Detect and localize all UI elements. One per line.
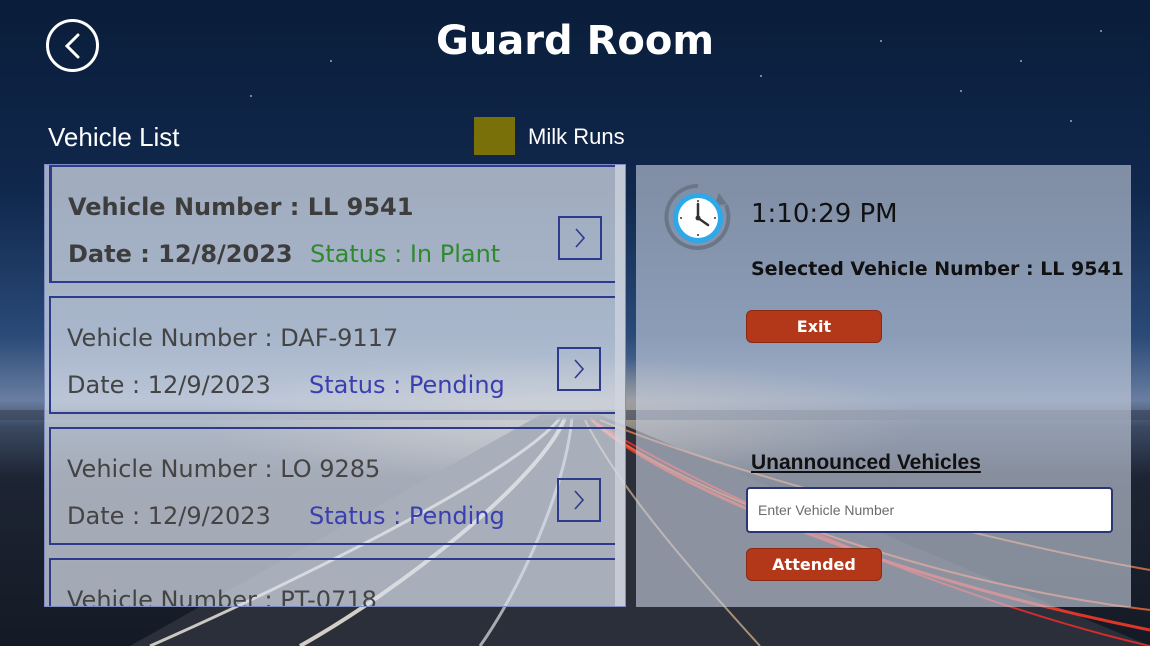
vehicle-number-input[interactable] [746, 487, 1113, 533]
page-title: Guard Room [435, 18, 715, 64]
list-item[interactable]: Vehicle Number : LL 9541 Date : 12/8/202… [49, 165, 615, 283]
vehicle-date: Date : 12/9/2023 [67, 371, 271, 399]
open-vehicle-button[interactable] [558, 216, 602, 260]
vehicle-list[interactable]: Vehicle Number : LL 9541 Date : 12/8/202… [44, 164, 626, 607]
list-item[interactable]: Vehicle Number : LO 9285 Date : 12/9/202… [49, 427, 615, 545]
selected-vehicle-label: Selected Vehicle Number : LL 9541 [751, 258, 1124, 280]
chevron-right-icon [572, 488, 586, 512]
milk-runs-legend-swatch [474, 117, 515, 155]
vehicle-status: Status : Pending [309, 371, 505, 399]
unannounced-vehicles-heading: Unannounced Vehicles [751, 451, 981, 474]
vehicle-date: Date : 12/8/2023 [68, 240, 293, 268]
list-item[interactable]: Vehicle Number : DAF-9117 Date : 12/9/20… [49, 296, 615, 414]
list-scrollbar[interactable] [615, 165, 625, 606]
exit-button[interactable]: Exit [746, 310, 882, 343]
vehicle-number: Vehicle Number : PT-0718 [67, 586, 377, 607]
vehicle-list-heading: Vehicle List [48, 122, 180, 152]
vehicle-number: Vehicle Number : LL 9541 [68, 193, 414, 221]
chevron-right-icon [572, 357, 586, 381]
list-item[interactable]: Vehicle Number : PT-0718 [49, 558, 615, 607]
detail-panel: 1:10:29 PM Selected Vehicle Number : LL … [636, 165, 1131, 607]
open-vehicle-button[interactable] [557, 347, 601, 391]
vehicle-status: Status : Pending [309, 502, 505, 530]
attended-button[interactable]: Attended [746, 548, 882, 581]
vehicle-date: Date : 12/9/2023 [67, 502, 271, 530]
vehicle-number: Vehicle Number : DAF-9117 [67, 324, 399, 352]
chevron-right-icon [573, 226, 587, 250]
vehicle-status: Status : In Plant [310, 240, 501, 268]
clock-icon [664, 183, 732, 251]
current-time: 1:10:29 PM [751, 199, 898, 229]
milk-runs-legend-label: Milk Runs [528, 124, 625, 149]
open-vehicle-button[interactable] [557, 478, 601, 522]
vehicle-number: Vehicle Number : LO 9285 [67, 455, 381, 483]
